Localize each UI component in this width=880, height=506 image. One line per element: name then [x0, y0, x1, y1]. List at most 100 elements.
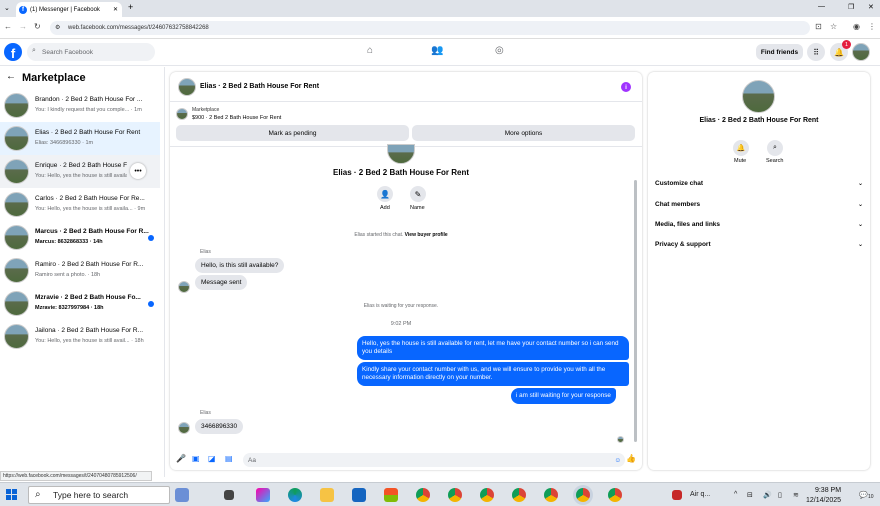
chat-header-name[interactable]: Elias · 2 Bed 2 Bath House For Rent — [200, 83, 319, 90]
conversation-item[interactable]: Marcus · 2 Bed 2 Bath House For R... Mar… — [0, 221, 160, 254]
edge-icon[interactable] — [288, 488, 302, 502]
view-buyer-profile-link[interactable]: View buyer profile — [405, 232, 448, 238]
outgoing-message: Kindly share your contact number with us… — [357, 362, 629, 387]
details-avatar[interactable] — [742, 80, 775, 113]
chrome-icon[interactable] — [416, 488, 430, 502]
listing-price-title[interactable]: $900 · 2 Bed 2 Bath House For Rent — [192, 115, 281, 121]
find-friends-button[interactable]: Find friends — [756, 44, 803, 60]
chat-members-section[interactable]: Chat members ⌄ — [655, 201, 863, 208]
url-field[interactable]: ⚙ web.facebook.com/messages/t/2460763275… — [50, 21, 810, 35]
menu-grid-icon[interactable]: ⠿ — [807, 43, 825, 61]
close-window-icon[interactable]: ✕ — [868, 3, 874, 11]
browser-tab-messenger[interactable]: f (1) Messenger | Facebook ✕ — [16, 2, 122, 17]
facebook-search-input[interactable]: ⌕ Search Facebook — [27, 43, 155, 61]
more-options-icon[interactable]: ••• — [130, 163, 146, 179]
facebook-top-bar: f ⌕ Search Facebook ⌂ 👥 ◎ Find friends ⠿… — [0, 39, 880, 66]
tab-list-icon[interactable]: ⌄ — [4, 4, 10, 12]
photo-icon[interactable]: ▣ — [192, 454, 200, 463]
mute-bell-icon[interactable]: 🔔 — [733, 140, 749, 156]
message-timestamp: 9:02 PM — [390, 321, 412, 327]
install-app-icon[interactable]: ⊡ — [815, 22, 822, 31]
like-thumb-icon[interactable]: 👍 — [626, 454, 636, 463]
wifi-icon[interactable]: ≋ — [793, 491, 799, 499]
conversation-title: Ramiro · 2 Bed 2 Bath House For R... — [35, 261, 144, 268]
friends-icon[interactable]: 👥 — [431, 45, 443, 56]
file-explorer-icon[interactable] — [320, 488, 334, 502]
account-avatar[interactable] — [852, 43, 870, 61]
search-in-chat-icon[interactable]: ⌕ — [767, 140, 783, 156]
minimize-icon[interactable]: — — [818, 3, 825, 10]
sticker-icon[interactable]: ◪ — [208, 454, 216, 463]
media-files-links-section[interactable]: Media, files and links ⌄ — [655, 221, 863, 228]
more-options-button[interactable]: More options — [412, 125, 635, 141]
facebook-favicon-icon: f — [19, 5, 27, 14]
conversation-item[interactable]: Mzravie · 2 Bed 2 Bath House Fo... Mzrav… — [0, 287, 160, 320]
chevron-down-icon: ⌄ — [857, 202, 863, 208]
bookmark-star-icon[interactable]: ☆ — [830, 22, 837, 31]
task-view-icon[interactable] — [224, 490, 234, 500]
listing-thumbnail[interactable] — [176, 108, 188, 120]
search-icon: ⌕ — [32, 47, 36, 54]
conversation-item[interactable]: Enrique · 2 Bed 2 Bath House For R... Yo… — [0, 155, 160, 188]
marketplace-label: Marketplace — [192, 107, 220, 113]
store-icon[interactable] — [384, 488, 398, 502]
mail-icon[interactable] — [352, 488, 366, 502]
contact-name: Elias · 2 Bed 2 Bath House For Rent — [332, 168, 470, 177]
site-info-icon[interactable]: ⚙ — [55, 24, 60, 31]
back-icon[interactable]: ← — [4, 22, 12, 31]
copilot-icon[interactable] — [256, 488, 270, 502]
microphone-icon[interactable]: 🎤 — [176, 454, 186, 463]
chrome-icon[interactable] — [512, 488, 526, 502]
volume-icon[interactable]: 🔊 — [763, 491, 772, 499]
chrome-icon-active[interactable] — [576, 488, 590, 502]
conversation-item[interactable]: Ramiro · 2 Bed 2 Bath House For R... Ram… — [0, 254, 160, 287]
back-arrow-icon[interactable]: ← — [6, 71, 16, 82]
chrome-icon[interactable] — [480, 488, 494, 502]
new-tab-icon[interactable]: + — [128, 2, 133, 12]
customize-chat-section[interactable]: Customize chat ⌄ — [655, 180, 863, 187]
conversation-avatar — [4, 225, 29, 250]
info-icon[interactable]: i — [621, 82, 631, 92]
facebook-logo[interactable]: f — [4, 43, 22, 61]
notification-center-count: 10 — [868, 494, 874, 500]
chrome-icon[interactable] — [608, 488, 622, 502]
air-quality-icon[interactable] — [672, 490, 682, 500]
maximize-icon[interactable]: ❐ — [848, 3, 854, 11]
browser-tab-strip: ⌄ f (1) Messenger | Facebook ✕ + — ❐ ✕ — [0, 0, 880, 17]
forward-icon[interactable]: → — [19, 22, 27, 31]
conversation-item[interactable]: Carlos · 2 Bed 2 Bath House For Re... Yo… — [0, 188, 160, 221]
add-friend-icon[interactable]: 👤 — [377, 186, 393, 202]
profile-icon[interactable]: ◉ — [853, 22, 860, 31]
edit-name-icon[interactable]: ✎ — [410, 186, 426, 202]
reload-icon[interactable]: ↻ — [34, 22, 41, 31]
chat-scrollbar[interactable] — [634, 180, 637, 442]
conversation-item[interactable]: Brandon · 2 Bed 2 Bath House For ... You… — [0, 89, 160, 122]
taskbar-search-input[interactable]: ⌕ Type here to search — [28, 486, 170, 504]
add-label: Add — [380, 205, 390, 211]
weather-text[interactable]: Air q... — [690, 491, 710, 498]
message-input[interactable]: Aa ☺ — [243, 453, 625, 467]
notification-center-icon[interactable]: 💬 — [859, 491, 868, 499]
close-tab-icon[interactable]: ✕ — [113, 6, 118, 13]
conversation-avatar — [4, 324, 29, 349]
conversation-item[interactable]: Jailona · 2 Bed 2 Bath House For R... Yo… — [0, 320, 160, 353]
tray-apps-icon[interactable]: ⊟ — [747, 491, 753, 499]
chat-started-note: Elias started this chat. View buyer prof… — [170, 232, 632, 238]
battery-icon[interactable]: ▯ — [778, 491, 782, 499]
windows-start-icon[interactable] — [6, 489, 17, 500]
sender-name: Elias — [200, 249, 211, 255]
chrome-icon[interactable] — [544, 488, 558, 502]
tray-chevron-icon[interactable]: ^ — [734, 491, 737, 498]
news-widget-icon[interactable] — [175, 488, 189, 502]
mark-as-pending-button[interactable]: Mark as pending — [176, 125, 409, 141]
taskbar-clock[interactable]: 9:38 PM 12/14/2025 — [806, 486, 841, 506]
chat-header-avatar[interactable] — [178, 78, 196, 96]
home-icon[interactable]: ⌂ — [367, 45, 373, 56]
browser-menu-icon[interactable]: ⋮ — [868, 22, 876, 31]
groups-icon[interactable]: ◎ — [495, 45, 504, 56]
emoji-icon[interactable]: ☺ — [614, 457, 621, 464]
chrome-icon[interactable] — [448, 488, 462, 502]
conversation-item-active[interactable]: Elias · 2 Bed 2 Bath House For Rent Elia… — [0, 122, 160, 155]
gif-icon[interactable]: ▤ — [225, 454, 233, 463]
privacy-support-section[interactable]: Privacy & support ⌄ — [655, 241, 863, 248]
